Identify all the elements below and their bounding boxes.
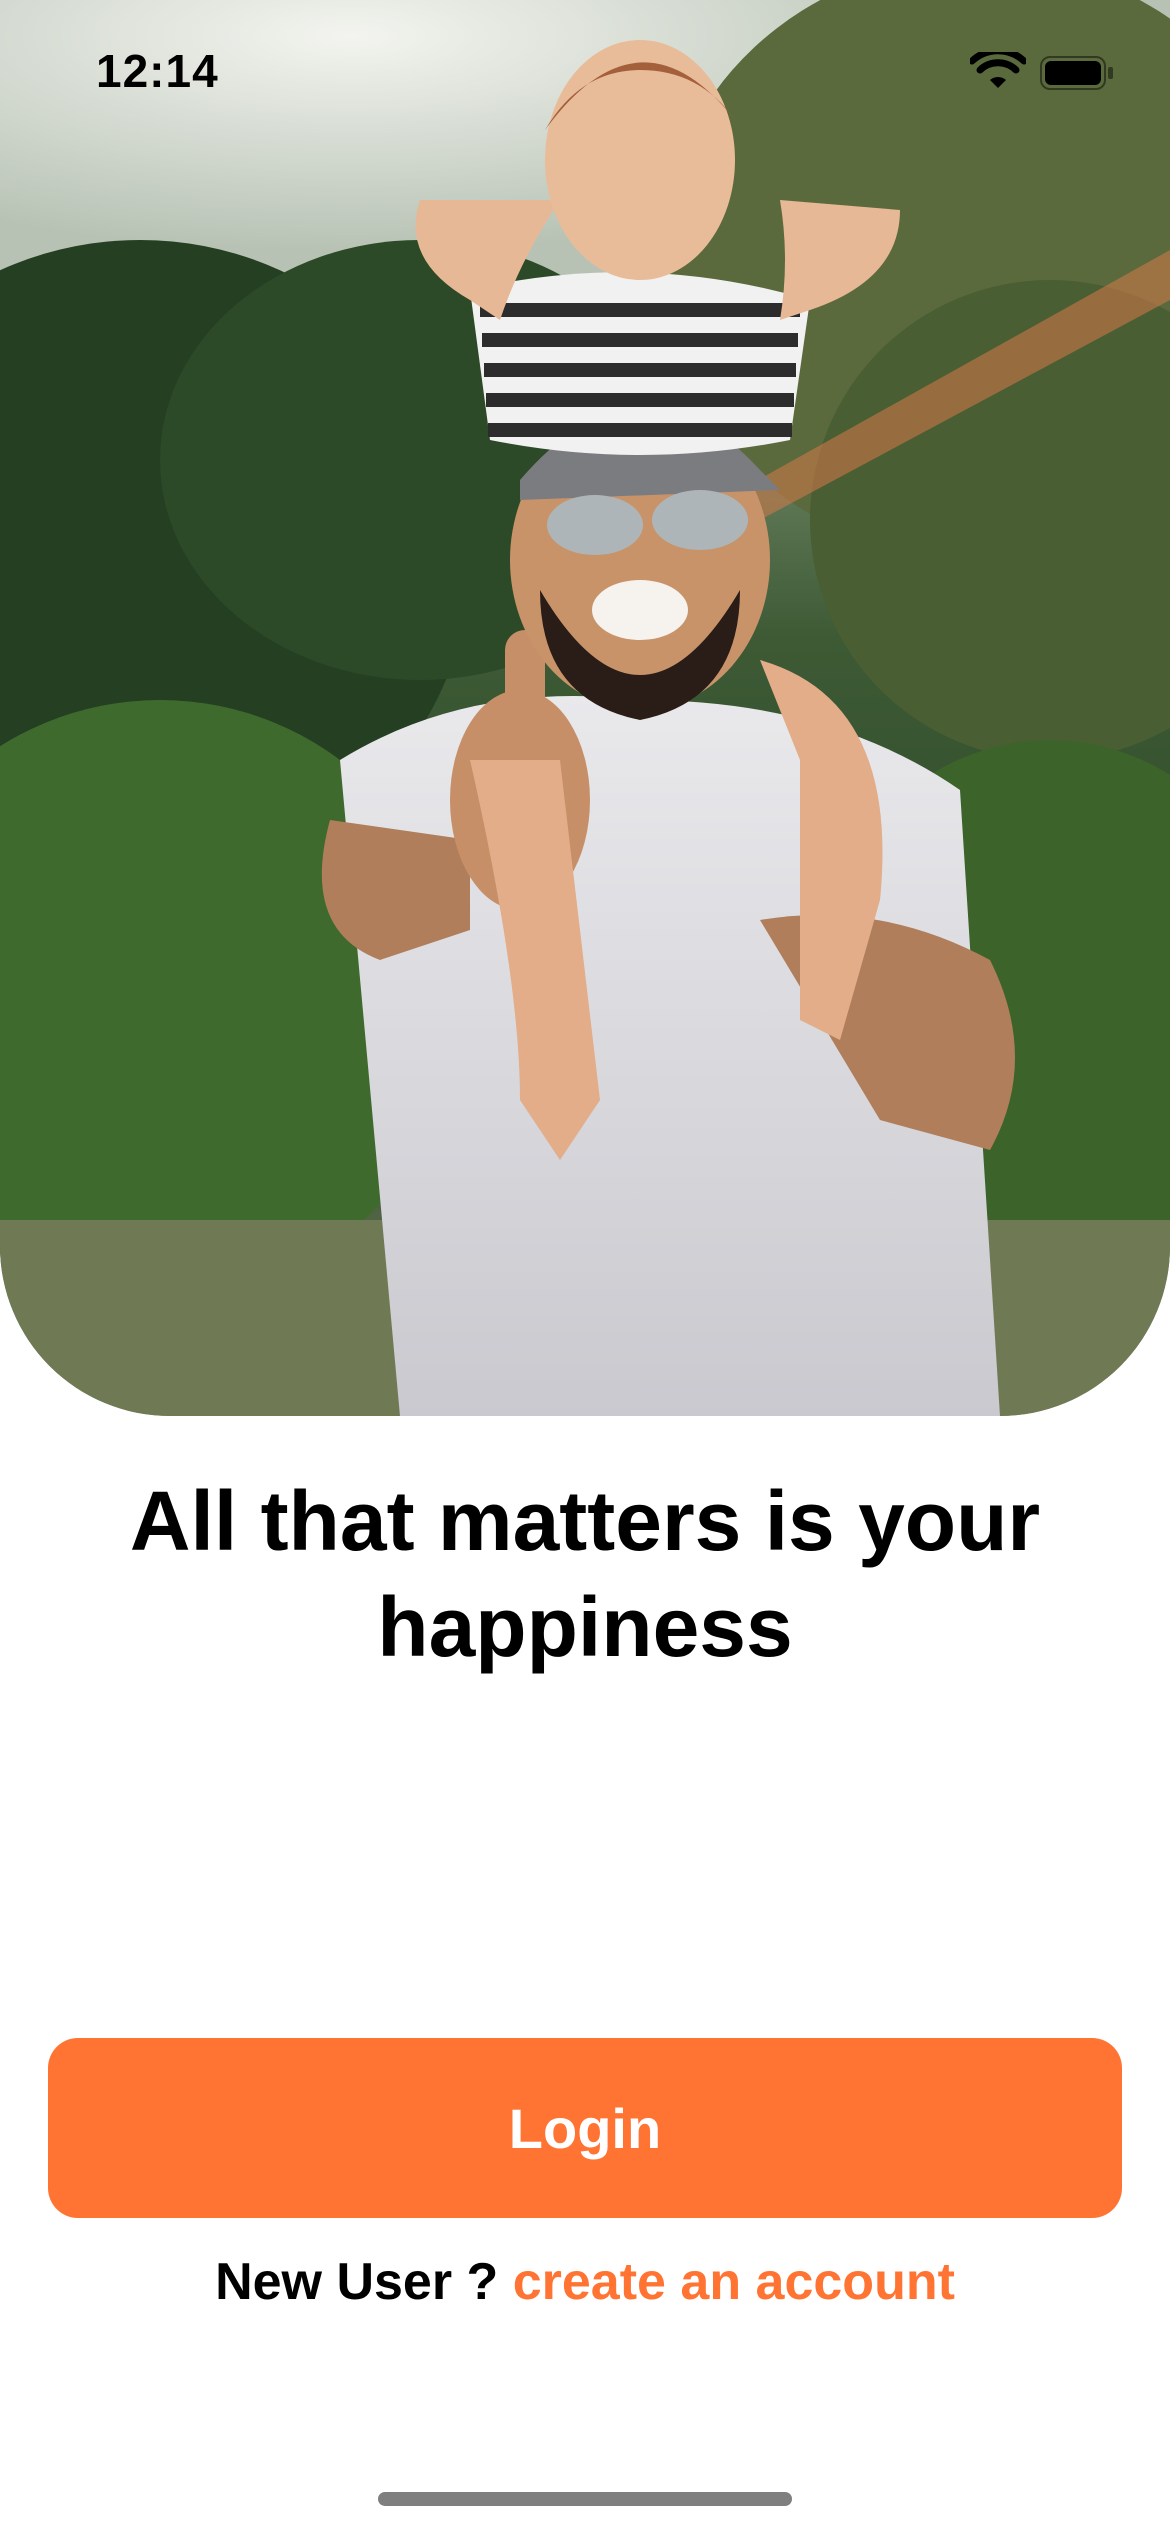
- battery-icon: [1040, 56, 1113, 90]
- new-user-label: New User ?: [215, 2253, 513, 2311]
- hero-photo-illustration: [0, 0, 1170, 1416]
- wifi-icon: [970, 52, 1026, 88]
- headline-line-2: happiness: [377, 1580, 793, 1674]
- signup-prompt: New User ? create an account: [0, 2252, 1170, 2312]
- headline-line-1: All that matters is your: [129, 1474, 1041, 1568]
- create-account-link[interactable]: create an account: [513, 2253, 955, 2311]
- hero-image: [0, 0, 1170, 1416]
- status-time: 12:14: [96, 45, 219, 97]
- home-indicator[interactable]: [378, 2492, 792, 2506]
- status-bar: 12:14: [0, 0, 1170, 150]
- login-button[interactable]: Login: [48, 2038, 1122, 2218]
- headline: All that matters is your happiness: [60, 1468, 1110, 1680]
